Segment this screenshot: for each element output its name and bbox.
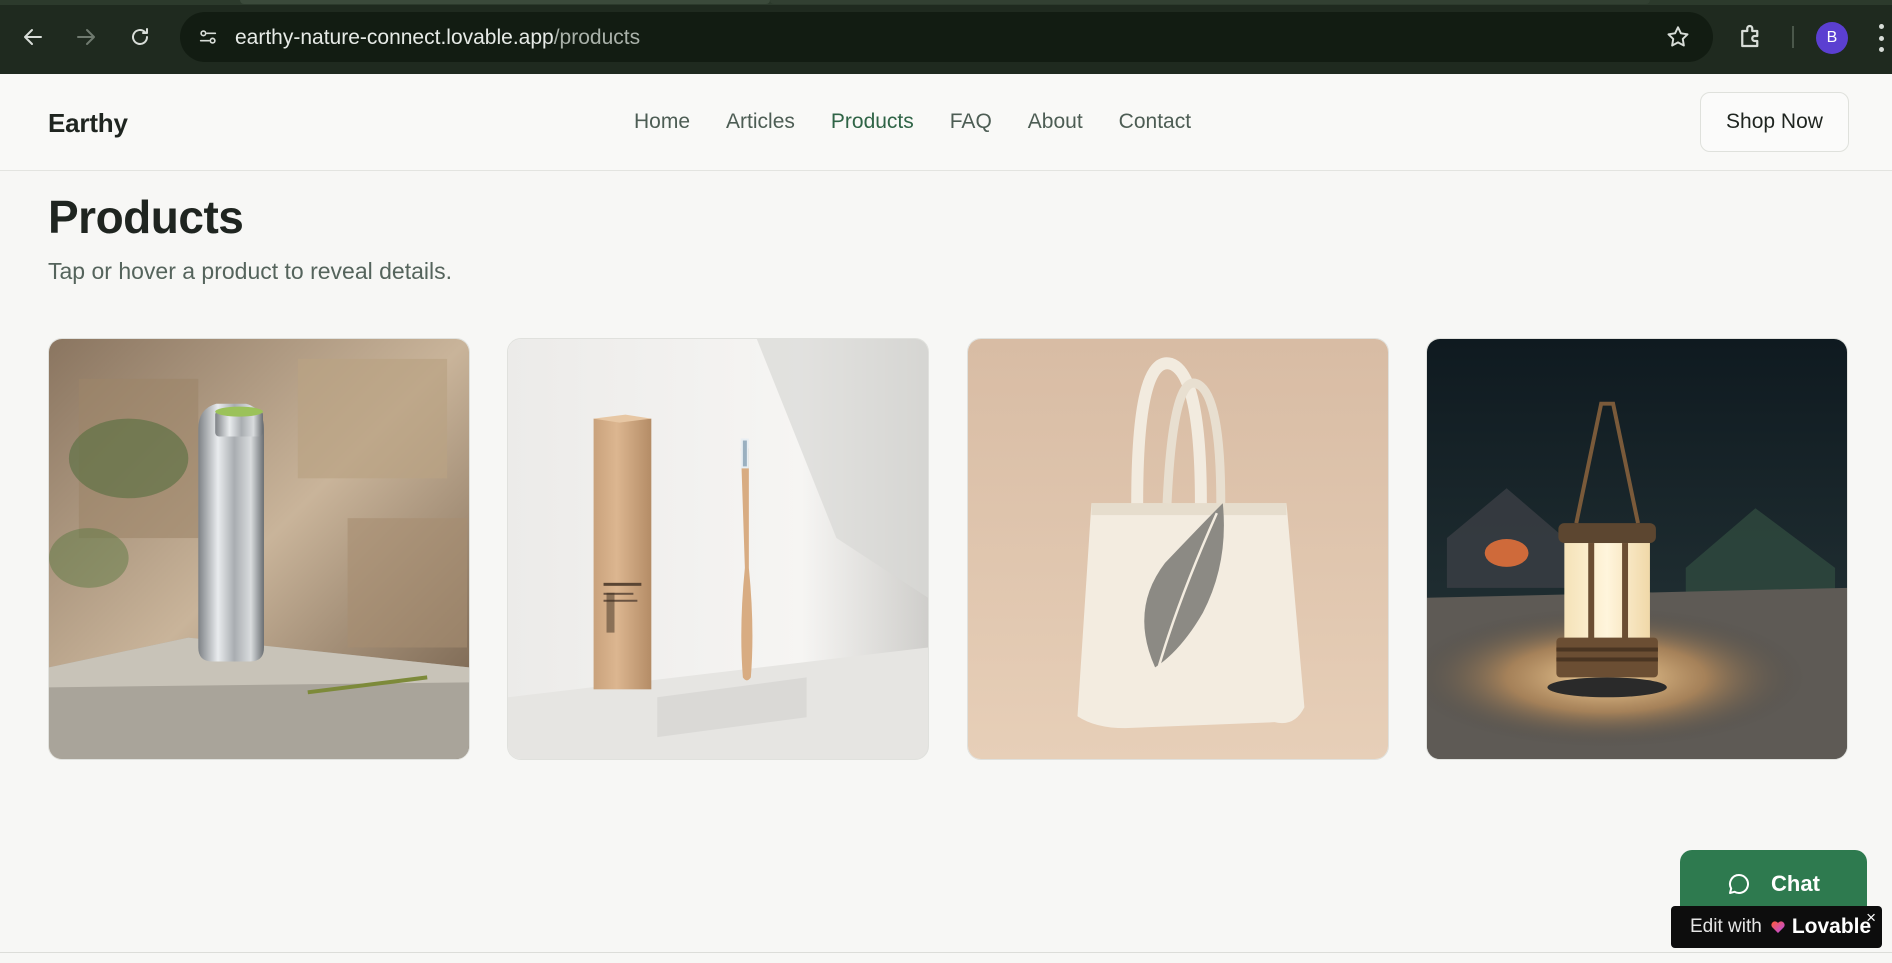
nav-products[interactable]: Products <box>831 110 914 134</box>
lovable-prefix: Edit with <box>1690 916 1762 937</box>
nav-faq[interactable]: FAQ <box>950 110 992 134</box>
water-bottle-image <box>49 339 469 759</box>
tote-bag-image <box>968 339 1388 759</box>
chat-label: Chat <box>1771 871 1820 896</box>
toolbar-divider <box>1792 26 1794 48</box>
browser-tab[interactable] <box>240 0 770 4</box>
forward-button[interactable] <box>68 19 104 55</box>
url-path: /products <box>553 26 641 49</box>
lovable-heart-icon <box>1771 921 1785 933</box>
main-nav: Home Articles Products FAQ About Contact <box>634 110 1191 134</box>
kebab-menu-icon[interactable] <box>1876 24 1886 52</box>
close-icon[interactable]: × <box>1866 908 1876 928</box>
url-host: earthy-nature-connect.lovable.app <box>235 26 554 49</box>
nav-home[interactable]: Home <box>634 110 690 134</box>
lovable-brand: Lovable <box>1791 915 1872 938</box>
forward-icon <box>77 29 95 45</box>
url-text[interactable]: earthy-nature-connect.lovable.app/produc… <box>235 26 640 50</box>
browser-tab[interactable] <box>770 0 1650 4</box>
nav-about[interactable]: About <box>1028 110 1083 134</box>
product-card-bamboo-toothbrush[interactable] <box>507 338 929 760</box>
page-bottom-divider <box>0 952 1892 953</box>
edit-with-lovable-badge[interactable]: Edit with Lovable × <box>1671 906 1882 948</box>
extensions-icon[interactable] <box>1736 21 1766 51</box>
page-title: Products <box>48 191 244 243</box>
lantern-image <box>1427 339 1847 759</box>
back-button[interactable] <box>15 19 51 55</box>
back-icon <box>24 29 42 45</box>
bookmark-star-icon[interactable] <box>1665 24 1691 50</box>
nav-contact[interactable]: Contact <box>1119 110 1191 134</box>
nav-articles[interactable]: Articles <box>726 110 795 134</box>
site-info-icon[interactable] <box>194 23 222 51</box>
profile-avatar[interactable]: B <box>1816 22 1848 54</box>
browser-toolbar: earthy-nature-connect.lovable.app/produc… <box>0 0 1892 74</box>
shop-now-button[interactable]: Shop Now <box>1700 92 1849 152</box>
product-card-camping-lantern[interactable] <box>1426 338 1848 760</box>
page-subtitle: Tap or hover a product to reveal details… <box>48 258 453 284</box>
product-card-water-bottle[interactable] <box>48 338 470 760</box>
reload-icon <box>132 28 148 45</box>
address-bar[interactable]: earthy-nature-connect.lovable.app/produc… <box>180 12 1713 62</box>
chat-bubble-icon <box>1729 874 1750 894</box>
site-header: Earthy Home Articles Products FAQ About … <box>0 74 1892 171</box>
reload-button[interactable] <box>122 19 158 55</box>
site-logo[interactable]: Earthy <box>48 108 128 139</box>
product-card-tote-bag[interactable] <box>967 338 1389 760</box>
toothbrush-image <box>508 339 928 759</box>
